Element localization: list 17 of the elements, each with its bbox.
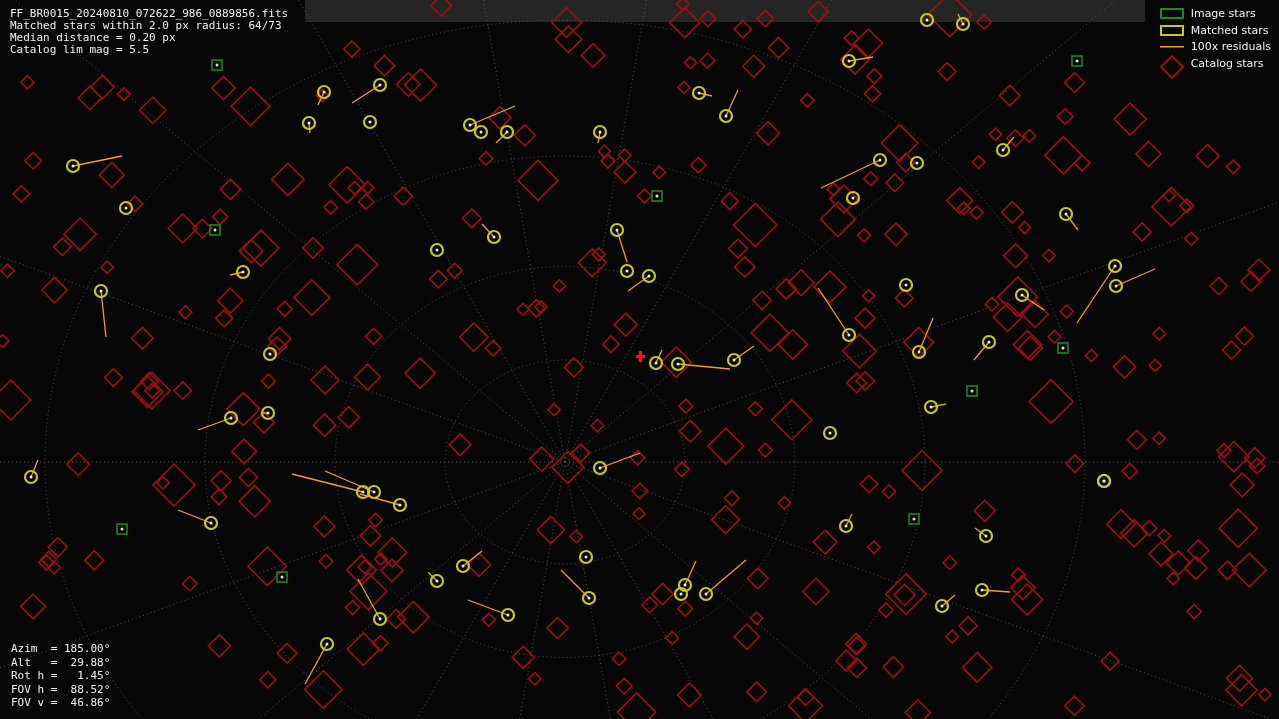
pointing-readout: FOV v = 46.86° [11,696,111,710]
info-text: Matched stars within 2.0 px radius: 64/73 [10,20,282,32]
info-text: Median distance = 0.20 px [10,32,177,44]
square-marker-icon [1159,8,1184,20]
legend-label: Catalog stars [1190,56,1264,70]
legend-label: Matched stars [1190,23,1269,37]
square-marker-icon [1159,24,1184,36]
info-text: FF_BR0015_20240810_072622_986_0889856.fits [10,8,289,20]
pointing-readout: Rot h = 1.45° [11,669,111,683]
legend-label: 100x residuals [1190,40,1271,54]
legend-label: Image stars [1190,7,1256,21]
info-text: Catalog lim mag = 5.5 [10,44,151,56]
pointing-readout: FOV h = 88.52° [11,682,111,696]
pointing-readout: Azim = 185.00° [11,642,111,656]
line-marker-icon [1159,45,1184,48]
diamond-marker-icon [1159,55,1184,80]
pointing-readout: Alt = 29.88° [11,655,111,669]
